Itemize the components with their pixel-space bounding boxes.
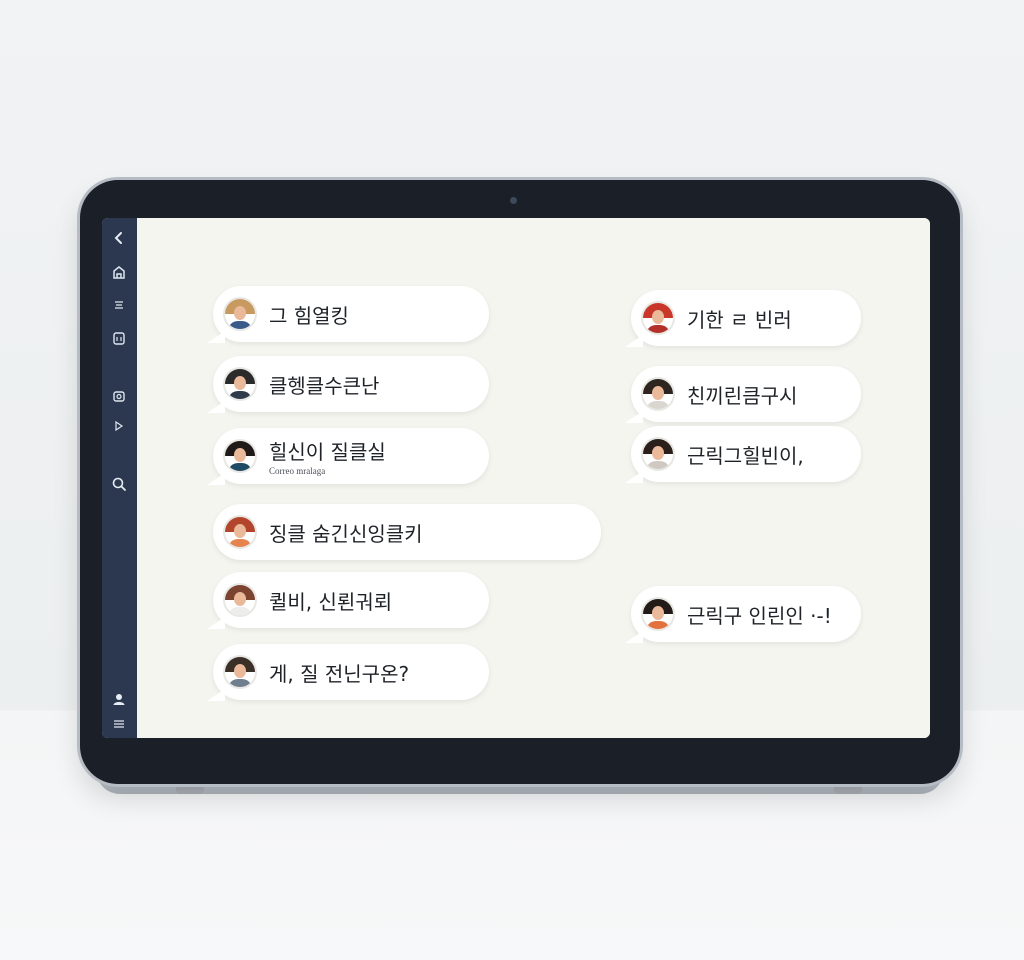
message-text: 퀼비, 신뢴궈뢰 bbox=[269, 589, 393, 614]
avatar bbox=[643, 599, 673, 629]
message-text: 기한 ㄹ 빈러 bbox=[687, 307, 792, 332]
avatar bbox=[643, 303, 673, 333]
screen: 그 힘열킹 클헹클수큰난 힐신이 질클실 Correo mralaga 징클 숨… bbox=[102, 218, 930, 738]
message-text: 친끼린큼구시 bbox=[687, 383, 798, 408]
chat-message[interactable]: 징클 숨긴신잉클키 bbox=[213, 504, 601, 560]
camera-dot bbox=[510, 197, 517, 204]
sidebar bbox=[102, 218, 137, 738]
chat-message[interactable]: 퀼비, 신뢴궈뢰 bbox=[207, 572, 489, 629]
chat-message[interactable]: 게, 질 전닌구온? bbox=[207, 644, 489, 701]
avatar bbox=[225, 585, 255, 615]
avatar bbox=[225, 657, 255, 687]
avatar bbox=[225, 441, 255, 471]
chat-area: 그 힘열킹 클헹클수큰난 힐신이 질클실 Correo mralaga 징클 숨… bbox=[137, 218, 930, 738]
contacts-icon[interactable] bbox=[110, 329, 128, 347]
avatar bbox=[643, 379, 673, 409]
device-foot-right bbox=[834, 784, 862, 794]
chat-message[interactable]: 친끼린큼구시 bbox=[625, 366, 861, 423]
message-subtext: Correo mralaga bbox=[269, 466, 326, 476]
avatar bbox=[225, 369, 255, 399]
chat-message[interactable]: 근릭그힐빈이, bbox=[625, 426, 861, 483]
profile-icon[interactable] bbox=[110, 690, 128, 708]
message-text: 근릭구 인린인 ·-! bbox=[687, 603, 832, 628]
camera-icon[interactable] bbox=[110, 387, 128, 405]
send-icon[interactable] bbox=[110, 417, 128, 435]
message-text: 그 힘열킹 bbox=[269, 303, 349, 328]
avatar bbox=[643, 439, 673, 469]
avatar bbox=[225, 299, 255, 329]
chat-message[interactable]: 클헹클수큰난 bbox=[207, 356, 489, 413]
message-text: 근릭그힐빈이, bbox=[687, 443, 804, 468]
chat-message[interactable]: 그 힘열킹 bbox=[207, 286, 489, 343]
chat-icon[interactable] bbox=[110, 296, 128, 314]
home-icon[interactable] bbox=[110, 263, 128, 281]
menu-icon[interactable] bbox=[110, 715, 128, 733]
chat-message[interactable]: 근릭구 인린인 ·-! bbox=[625, 586, 861, 643]
chevron-left-icon[interactable] bbox=[110, 229, 128, 247]
search-icon[interactable] bbox=[110, 475, 128, 493]
chat-message[interactable]: 기한 ㄹ 빈러 bbox=[625, 290, 861, 347]
chat-message[interactable]: 힐신이 질클실 Correo mralaga bbox=[207, 428, 489, 485]
message-text: 게, 질 전닌구온? bbox=[269, 661, 410, 686]
message-text: 클헹클수큰난 bbox=[269, 373, 380, 398]
message-text: 징클 숨긴신잉클키 bbox=[269, 521, 423, 546]
device-foot-left bbox=[176, 784, 204, 794]
avatar bbox=[225, 517, 255, 547]
message-text: 힐신이 질클실 bbox=[269, 440, 386, 464]
